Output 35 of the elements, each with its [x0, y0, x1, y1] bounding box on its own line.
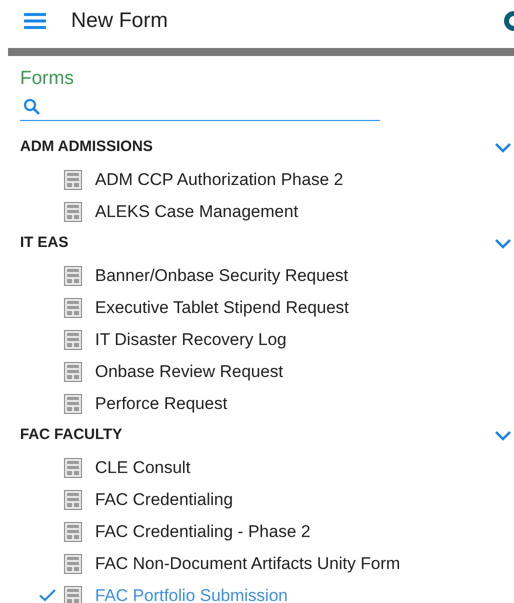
chevron-icon — [495, 238, 511, 248]
form-icon — [64, 202, 82, 222]
check-icon — [39, 589, 56, 602]
group-header[interactable]: ADM ADMISSIONS — [0, 132, 514, 164]
form-item[interactable]: FAC Credentialing — [0, 484, 514, 516]
form-item[interactable]: Banner/Onbase Security Request — [0, 260, 514, 292]
form-icon — [64, 586, 82, 603]
form-icon — [64, 298, 82, 318]
form-icon — [64, 170, 82, 190]
form-item[interactable]: Onbase Review Request — [0, 356, 514, 388]
chevron-icon — [495, 142, 511, 152]
form-item[interactable]: FAC Credentialing - Phase 2 — [0, 516, 514, 548]
form-item[interactable]: ALEKS Case Management — [0, 196, 514, 228]
form-icon — [64, 458, 82, 478]
group-header[interactable]: IT EAS — [0, 228, 514, 260]
panel-title: Forms — [20, 67, 75, 91]
chevron-icon — [495, 430, 511, 440]
form-icon — [64, 330, 82, 350]
form-item[interactable]: Perforce Request — [0, 388, 514, 420]
form-item[interactable]: IT Disaster Recovery Log — [0, 324, 514, 356]
form-icon — [64, 394, 82, 414]
form-item[interactable]: CLE Consult — [0, 452, 514, 484]
form-icon — [64, 522, 82, 542]
form-item[interactable]: Executive Tablet Stipend Request — [0, 292, 514, 324]
form-item[interactable]: ADM CCP Authorization Phase 2 — [0, 164, 514, 196]
form-item[interactable]: FAC Non-Document Artifacts Unity Form — [0, 548, 514, 580]
form-icon — [64, 362, 82, 382]
group-header[interactable]: FAC FACULTY — [0, 420, 514, 452]
form-icon — [64, 554, 82, 574]
page-title: New Form — [71, 8, 168, 34]
search-icon — [23, 98, 41, 116]
menu-icon[interactable] — [24, 13, 46, 29]
form-icon — [64, 490, 82, 510]
form-icon — [64, 266, 82, 286]
logo-icon — [504, 8, 514, 34]
